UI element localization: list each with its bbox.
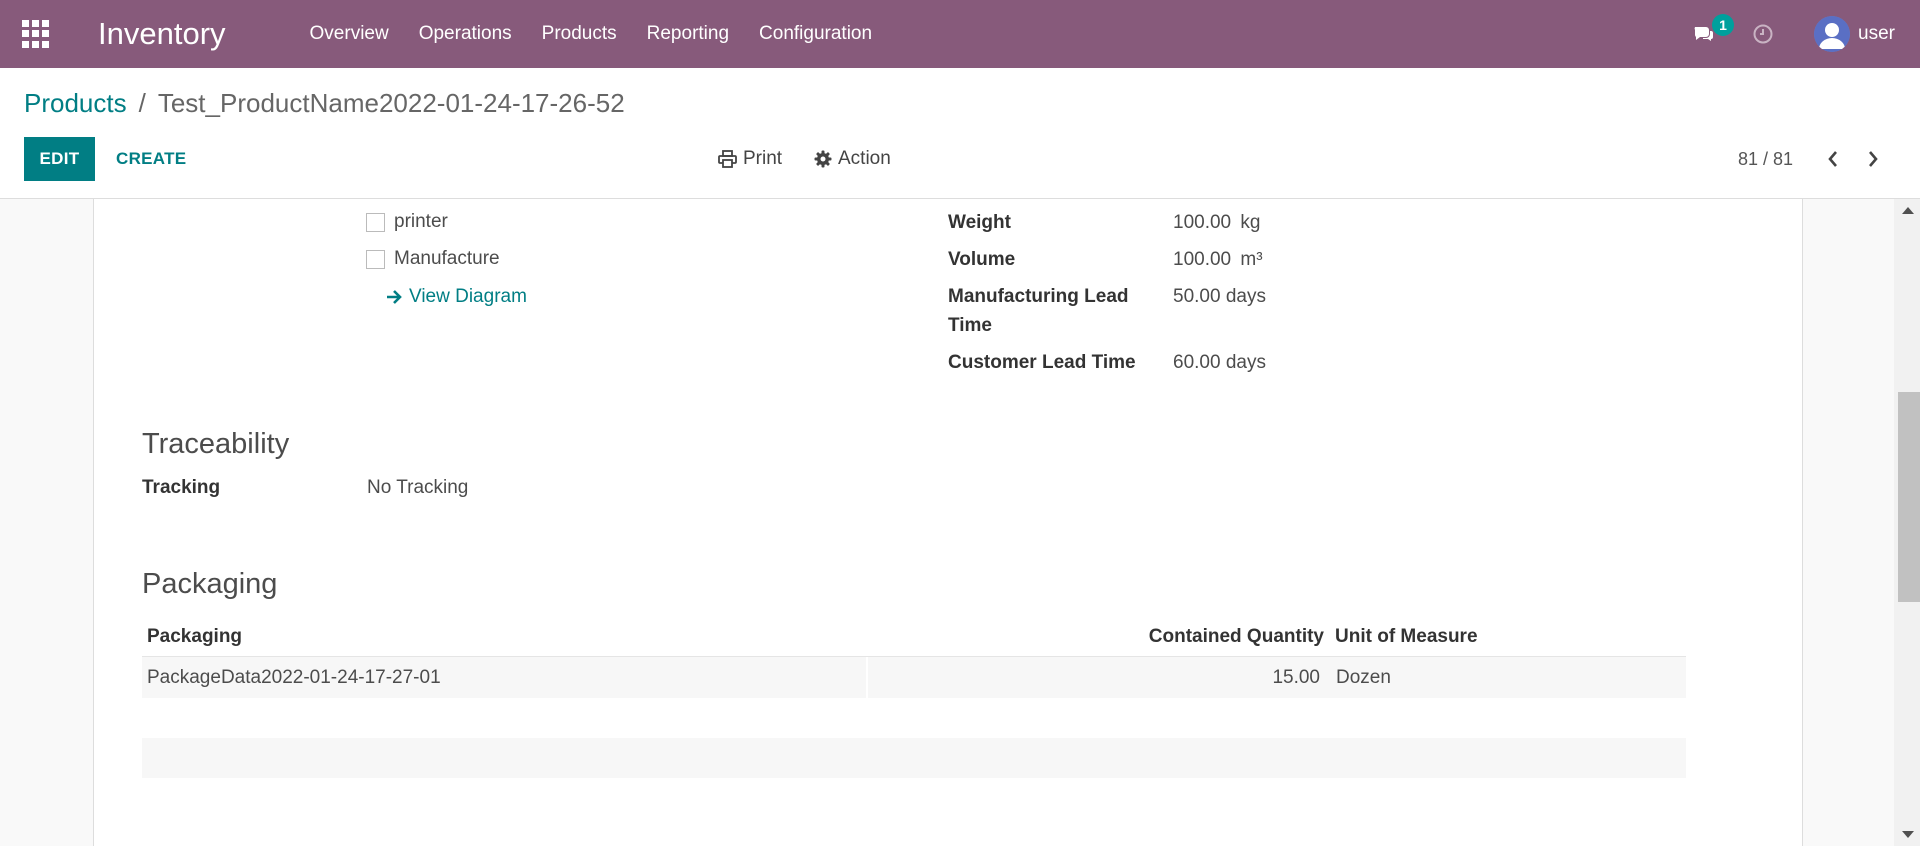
weight-value: 100.00 kg: [1173, 212, 1260, 234]
scrollbar-thumb[interactable]: [1898, 392, 1920, 602]
packaging-title: Packaging: [142, 568, 278, 600]
customer-lead-value: 60.00 days: [1173, 352, 1266, 373]
scroll-up-arrow-icon[interactable]: [1902, 207, 1914, 214]
chevron-right-icon: [1869, 151, 1878, 167]
col-packaging[interactable]: Packaging: [147, 626, 242, 648]
route-manufacture-checkbox[interactable]: [366, 249, 385, 269]
volume-number: 100.00: [1173, 249, 1232, 270]
route-manufacture-label: Manufacture: [394, 248, 500, 269]
user-name[interactable]: user: [1858, 23, 1895, 45]
col-contained-quantity[interactable]: Contained Quantity: [1149, 626, 1324, 648]
menu-reporting[interactable]: Reporting: [647, 23, 729, 45]
messaging-icon[interactable]: 1: [1692, 14, 1735, 46]
activity-clock-icon[interactable]: [1752, 23, 1774, 45]
action-button[interactable]: Action: [814, 137, 891, 181]
tracking-value: No Tracking: [367, 477, 469, 498]
control-panel: Products / Test_ProductName2022-01-24-17…: [0, 68, 1920, 199]
breadcrumb-separator: /: [138, 88, 146, 118]
volume-unit: m³: [1240, 249, 1263, 270]
pager-next-button[interactable]: [1860, 137, 1886, 181]
manufacturing-lead-label-line1: Manufacturing Lead: [948, 286, 1129, 307]
scrollbar[interactable]: [1894, 199, 1920, 846]
menu-overview[interactable]: Overview: [310, 23, 389, 45]
menu-operations[interactable]: Operations: [419, 23, 512, 45]
menu-configuration[interactable]: Configuration: [759, 23, 872, 45]
col-unit-of-measure[interactable]: Unit of Measure: [1335, 626, 1478, 648]
breadcrumb-products-link[interactable]: Products: [24, 88, 127, 119]
manufacturing-lead-label-line2: Time: [948, 315, 993, 336]
pager-previous-button[interactable]: [1820, 137, 1846, 181]
weight-number: 100.00: [1173, 212, 1232, 233]
manufacturing-lead-value: 50.00 days: [1173, 286, 1266, 307]
packaging-name-cell: PackageData2022-01-24-17-27-01: [147, 667, 441, 688]
breadcrumb: Products / Test_ProductName2022-01-24-17…: [24, 88, 625, 119]
pager-value[interactable]: 81 / 81: [1738, 137, 1793, 181]
action-label: Action: [838, 148, 891, 169]
route-printer-row: printer: [366, 211, 448, 233]
contained-quantity-cell: 15.00: [1272, 667, 1320, 688]
view-diagram-label: View Diagram: [409, 286, 527, 307]
customer-lead-label: Customer Lead Time: [948, 352, 1136, 373]
edit-button[interactable]: EDIT: [24, 137, 95, 181]
print-label: Print: [743, 148, 783, 169]
weight-unit: kg: [1240, 212, 1261, 233]
gear-icon: [814, 150, 832, 168]
empty-table-row: [142, 738, 1686, 778]
create-button[interactable]: CREATE: [116, 137, 186, 181]
route-manufacture-row: Manufacture: [366, 248, 500, 270]
arrow-right-icon: [387, 290, 402, 304]
traceability-title: Traceability: [142, 428, 290, 460]
top-navbar: Inventory Overview Operations Products R…: [0, 0, 1920, 68]
avatar[interactable]: [1814, 16, 1851, 52]
apps-menu-icon[interactable]: [22, 20, 50, 48]
weight-label: Weight: [948, 212, 1011, 233]
view-diagram-link[interactable]: View Diagram: [386, 286, 527, 308]
page-title: Test_ProductName2022-01-24-17-26-52: [157, 88, 625, 118]
app-title[interactable]: Inventory: [98, 16, 226, 52]
scroll-down-arrow-icon[interactable]: [1902, 831, 1914, 838]
packaging-table-header: Packaging Contained Quantity Unit of Mea…: [142, 620, 1686, 656]
menu-products[interactable]: Products: [542, 23, 617, 45]
route-printer-checkbox[interactable]: [366, 212, 385, 232]
print-button[interactable]: Print: [718, 137, 782, 181]
printer-icon: [718, 150, 737, 168]
volume-label: Volume: [948, 249, 1016, 270]
table-row[interactable]: PackageData2022-01-24-17-27-01 15.00 Doz…: [142, 656, 1686, 699]
packaging-table: Packaging Contained Quantity Unit of Mea…: [142, 620, 1686, 778]
route-printer-label: printer: [394, 211, 448, 232]
cell-divider: [866, 657, 868, 699]
volume-value: 100.00 m³: [1173, 249, 1263, 271]
chevron-left-icon: [1828, 151, 1837, 167]
tracking-label: Tracking: [142, 477, 221, 498]
unread-badge: 1: [1712, 14, 1735, 36]
unit-of-measure-cell: Dozen: [1336, 667, 1391, 688]
